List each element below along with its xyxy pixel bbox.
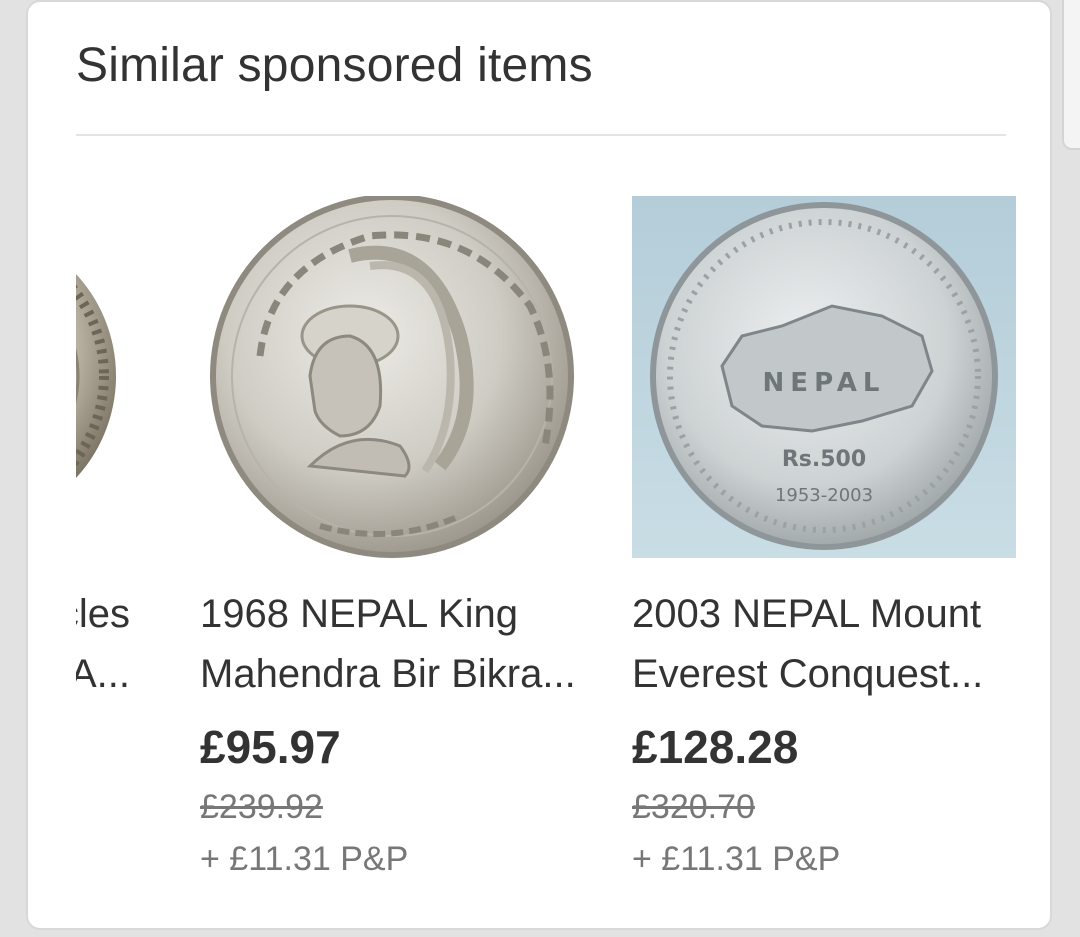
item-title-line2: Everest Conquest... <box>632 652 984 696</box>
item-image[interactable]: NEPAL Rs.500 1953-2003 <box>632 196 1016 558</box>
item-title[interactable]: 1968 NEPAL King Mahendra Bir Bikra... <box>200 584 594 704</box>
item-price: £95.97 <box>200 721 341 773</box>
item-was-price: £320.70 <box>632 788 755 826</box>
item-title-line1: 1968 NEPAL King <box>200 592 518 636</box>
item-title[interactable]: cles e A... <box>76 584 140 704</box>
scrollbar[interactable] <box>1062 0 1080 150</box>
item-card[interactable]: NEPAL Rs.500 1953-2003 2003 NEPAL Mount … <box>632 192 1016 892</box>
item-title-line1: cles <box>76 592 130 636</box>
divider <box>76 134 1006 136</box>
coin-icon <box>76 274 116 478</box>
item-title-line2: e A... <box>76 652 130 696</box>
item-card[interactable]: cles e A... <box>76 192 130 892</box>
coin-icon: NEPAL Rs.500 1953-2003 <box>632 196 1016 558</box>
svg-text:Rs.500: Rs.500 <box>782 447 866 472</box>
item-price: £128.28 <box>632 721 799 773</box>
coin-icon <box>200 196 584 558</box>
item-title-line2: Mahendra Bir Bikra... <box>200 652 576 696</box>
svg-text:1953-2003: 1953-2003 <box>775 485 873 506</box>
item-card[interactable]: 1968 NEPAL King Mahendra Bir Bikra... £9… <box>200 192 584 892</box>
item-title[interactable]: 2003 NEPAL Mount Everest Conquest... <box>632 584 1026 704</box>
item-image[interactable] <box>200 196 584 558</box>
section-title: Similar sponsored items <box>76 39 593 92</box>
item-title-line1: 2003 NEPAL Mount <box>632 592 982 636</box>
similar-sponsored-items-card: Similar sponsored items les ... 1968 NEP… <box>26 0 1052 930</box>
item-postage: + £11.31 P&P <box>632 840 841 878</box>
item-image[interactable] <box>76 196 130 558</box>
item-postage: + £11.31 P&P <box>200 840 409 878</box>
svg-text:NEPAL: NEPAL <box>763 368 886 398</box>
items-carousel[interactable]: cles e A... <box>76 192 1050 912</box>
item-was-price: £239.92 <box>200 788 323 826</box>
